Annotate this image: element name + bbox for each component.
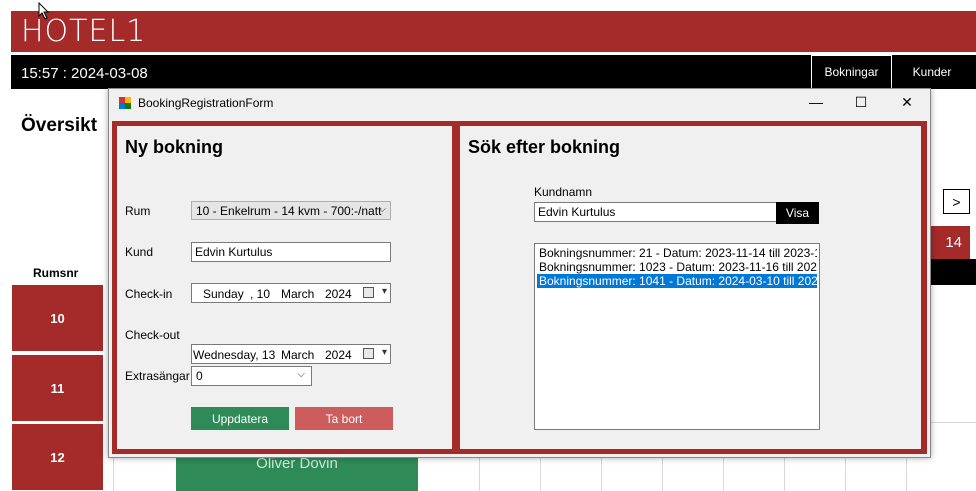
mouse-cursor-icon (38, 2, 50, 20)
customer-name-label: Kundnamn (534, 185, 593, 199)
grid-line (479, 458, 480, 491)
extra-beds-value: 0 (196, 369, 203, 383)
overview-title: Översikt (21, 115, 98, 136)
grid-line (113, 458, 114, 491)
checkout-year: 2024 (325, 348, 352, 362)
calendar-icon (363, 348, 374, 359)
minimize-button[interactable]: — (793, 91, 839, 113)
customer-input[interactable]: Edvin Kurtulus (191, 242, 391, 262)
grid-line (601, 458, 602, 491)
maximize-button[interactable]: ☐ (838, 91, 884, 113)
nav-bokningar-button[interactable]: Bokningar (811, 55, 892, 89)
list-item[interactable]: Bokningsnummer: 21 - Datum: 2023-11-14 t… (537, 246, 817, 260)
checkout-label: Check-out (125, 328, 180, 342)
close-button[interactable]: ✕ (884, 91, 930, 113)
grid-line (784, 458, 785, 491)
update-button[interactable]: Uppdatera (191, 407, 289, 430)
show-button[interactable]: Visa (776, 202, 819, 224)
room-10-cell[interactable]: 10 (11, 284, 104, 352)
customer-name-input[interactable]: Edvin Kurtulus (534, 202, 777, 222)
form-icon (119, 97, 131, 109)
delete-button[interactable]: Ta bort (295, 407, 393, 430)
chevron-down-icon: ⌵ (297, 369, 305, 380)
calendar-icon (363, 287, 374, 298)
room-combobox[interactable]: 10 - Enkelrum - 14 kvm - 700:-/natt ⌵ (191, 201, 391, 220)
date-header-strip (931, 259, 976, 285)
checkout-datepicker[interactable]: Wednesday, 13 March 2024 ▾ (191, 344, 391, 364)
grid-line (723, 458, 724, 491)
chevron-down-icon: ▾ (381, 286, 387, 297)
list-item-selected[interactable]: Bokningsnummer: 1041 - Datum: 2024-03-10… (537, 274, 817, 288)
list-item[interactable]: Bokningsnummer: 1023 - Datum: 2023-11-16… (537, 260, 817, 274)
checkin-date: , 10 (250, 287, 271, 301)
rumsnr-header: Rumsnr (33, 266, 79, 280)
checkout-month: March (281, 348, 315, 362)
grid-line (906, 458, 907, 491)
grid-line (931, 422, 976, 423)
room-label: Rum (125, 204, 151, 218)
checkin-label: Check-in (125, 287, 173, 301)
grid-line (540, 458, 541, 491)
nav-kunder-button[interactable]: Kunder (892, 55, 972, 89)
grid-line (662, 458, 663, 491)
new-booking-heading: Ny bokning (125, 137, 223, 157)
checkin-month: March (281, 287, 315, 301)
search-heading: Sök efter bokning (468, 137, 621, 157)
extra-beds-label: Extrasängar (125, 369, 190, 383)
checkin-year: 2024 (325, 287, 352, 301)
app-title-bar (11, 11, 976, 52)
customer-label: Kund (125, 245, 154, 259)
room-combobox-value: 10 - Enkelrum - 14 kvm - 700:-/natt (196, 203, 382, 218)
clock-display: 15:57 : 2024-03-08 (21, 65, 148, 82)
checkin-datepicker[interactable]: Sunday , 10 March 2024 ▾ (191, 283, 391, 303)
next-week-button[interactable]: > (943, 189, 970, 214)
room-11-cell[interactable]: 11 (11, 354, 104, 422)
booking-results-list[interactable]: Bokningsnummer: 21 - Datum: 2023-11-14 t… (534, 243, 820, 430)
dialog-title: BookingRegistrationForm (138, 96, 274, 110)
room-12-cell[interactable]: 12 (11, 423, 104, 491)
booking-bar[interactable]: Oliver Dovin (176, 455, 418, 491)
extra-beds-combobox[interactable]: 0 ⌵ (191, 366, 312, 386)
grid-line (845, 458, 846, 491)
checkout-day: Wednesday, 13 (193, 348, 276, 362)
checkin-day: Sunday (203, 287, 244, 301)
chevron-down-icon: ▾ (381, 347, 387, 358)
chevron-down-icon: ⌵ (378, 204, 386, 215)
